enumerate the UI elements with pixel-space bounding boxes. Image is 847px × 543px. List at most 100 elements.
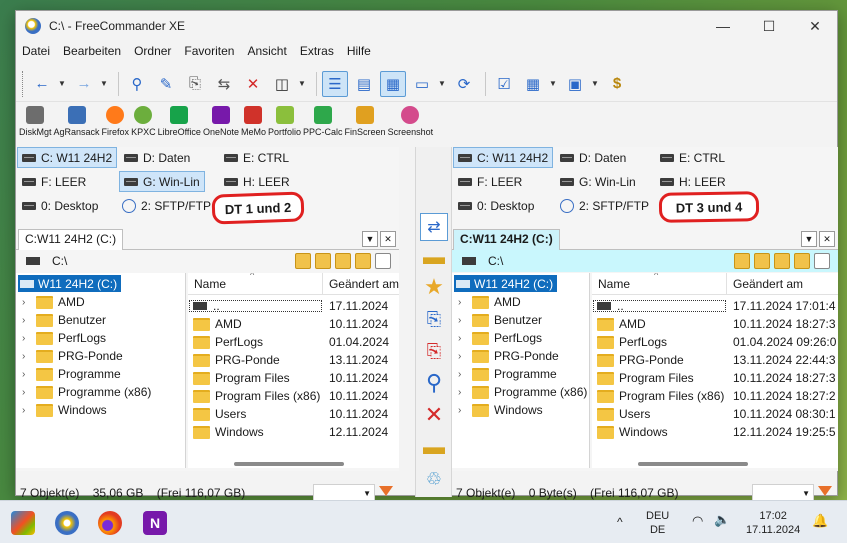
drive-sftp[interactable]: 2: SFTP/FTP	[117, 195, 216, 216]
tab-dropdown-icon[interactable]: ▼	[362, 231, 378, 247]
chevron-right-icon[interactable]: ›	[22, 387, 32, 398]
right-path-bar[interactable]: C:\	[452, 250, 838, 272]
history-folder-icon[interactable]	[734, 253, 750, 269]
tree-item[interactable]: › Programme	[458, 365, 557, 383]
left-tab[interactable]: C:W11 24H2 (C:)	[18, 229, 124, 250]
view-list-icon[interactable]: ▤	[351, 71, 377, 97]
store-icon[interactable]	[11, 511, 35, 535]
dollar-folder-icon[interactable]: $	[604, 71, 630, 97]
file-row[interactable]: Program Files 10.11.2024 18:27:3	[592, 369, 838, 387]
file-row[interactable]: Program Files 10.11.2024	[188, 369, 399, 387]
grid-dropdown-icon[interactable]: ▼	[549, 79, 558, 88]
tree-item[interactable]: › PerfLogs	[22, 329, 106, 347]
chevron-right-icon[interactable]: ›	[458, 369, 468, 380]
drive-d[interactable]: D: Daten	[555, 147, 631, 168]
menu-extras[interactable]: Extras	[300, 44, 334, 58]
tray-overflow-chevron-icon[interactable]: ^	[617, 515, 623, 529]
tree-item[interactable]: › AMD	[458, 293, 521, 311]
chevron-right-icon[interactable]: ›	[458, 333, 468, 344]
drive-h[interactable]: H: LEER	[219, 171, 295, 192]
copy-path-icon[interactable]	[814, 253, 830, 269]
binoculars-icon[interactable]: ◫	[269, 71, 295, 97]
drive-d[interactable]: D: Daten	[119, 147, 195, 168]
tab-close-icon[interactable]: ✕	[380, 231, 396, 247]
chevron-right-icon[interactable]: ›	[458, 297, 468, 308]
column-name[interactable]: ^ Name	[188, 273, 323, 294]
tree-item[interactable]: › PRG-Ponde	[22, 347, 123, 365]
delete-icon[interactable]: ✕	[240, 71, 266, 97]
chevron-right-icon[interactable]: ›	[22, 297, 32, 308]
folder-compare-icon[interactable]: ▬	[420, 243, 448, 271]
file-row[interactable]: Windows 12.11.2024	[188, 423, 399, 441]
folder-sync-icon[interactable]: ▬	[420, 433, 448, 461]
drive-desktop[interactable]: 0: Desktop	[17, 195, 103, 216]
tree-item[interactable]: › Windows	[458, 401, 543, 419]
copy-path-icon[interactable]	[375, 253, 391, 269]
tree-item[interactable]: › Programme (x86)	[22, 383, 151, 401]
recycle-bin-icon[interactable]: ♲	[420, 465, 448, 493]
move-file-icon[interactable]: ⇆	[211, 71, 237, 97]
file-row[interactable]: AMD 10.11.2024	[188, 315, 399, 333]
file-row[interactable]: .. 17.11.2024	[188, 297, 399, 315]
firefox-taskbar-icon[interactable]	[98, 511, 122, 535]
history-folder-icon[interactable]	[295, 253, 311, 269]
menu-favoriten[interactable]: Favoriten	[184, 44, 234, 58]
chevron-right-icon[interactable]: ›	[458, 405, 468, 416]
search-icon[interactable]: ⚲	[124, 71, 150, 97]
tree-item[interactable]: › Windows	[22, 401, 107, 419]
volume-icon[interactable]: 🔈	[714, 513, 730, 527]
drive-e[interactable]: E: CTRL	[655, 147, 730, 168]
panel-layout-icon[interactable]: ☰	[322, 70, 348, 97]
file-row[interactable]: .. 17.11.2024 17:01:4	[592, 297, 838, 315]
tab-close-icon[interactable]: ✕	[819, 231, 835, 247]
grid-icon[interactable]: ▦	[520, 71, 546, 97]
tree-item[interactable]: › AMD	[22, 293, 85, 311]
onenote-taskbar-icon[interactable]: N	[143, 511, 167, 535]
drive-e[interactable]: E: CTRL	[219, 147, 294, 168]
menu-bearbeiten[interactable]: Bearbeiten	[63, 44, 121, 58]
app-kpxc[interactable]: KPXC	[131, 103, 156, 147]
chevron-right-icon[interactable]: ›	[458, 315, 468, 326]
toolbar-grip[interactable]	[22, 70, 25, 97]
root-folder-icon[interactable]	[794, 253, 810, 269]
app-agransack[interactable]: AgRansack	[54, 103, 100, 147]
menu-hilfe[interactable]: Hilfe	[347, 44, 371, 58]
drive-g[interactable]: G: Win-Lin	[555, 171, 641, 192]
column-date[interactable]: Geändert am	[727, 273, 803, 294]
wifi-icon[interactable]: ◠	[692, 514, 703, 528]
swap-panels-icon[interactable]: ⇄	[420, 213, 448, 241]
copy-to-panel-icon[interactable]: ⎘	[420, 305, 448, 333]
file-row[interactable]: Users 10.11.2024	[188, 405, 399, 423]
forward-dropdown-icon[interactable]: ▼	[100, 79, 109, 88]
tree-item[interactable]: › PRG-Ponde	[458, 347, 559, 365]
file-row[interactable]: Windows 12.11.2024 19:25:5	[592, 423, 838, 441]
sync-icon[interactable]: ⟳	[451, 71, 477, 97]
filter-icon[interactable]	[818, 486, 832, 496]
drive-h[interactable]: H: LEER	[655, 171, 731, 192]
pc-icon[interactable]: ▣	[562, 71, 588, 97]
back-dropdown-icon[interactable]: ▼	[58, 79, 67, 88]
chevron-right-icon[interactable]: ›	[458, 351, 468, 362]
menu-datei[interactable]: Datei	[22, 44, 50, 58]
tab-dropdown-icon[interactable]: ▼	[801, 231, 817, 247]
root-folder-icon[interactable]	[355, 253, 371, 269]
view-thumbnail-icon[interactable]: ▭	[409, 71, 435, 97]
left-path-bar[interactable]: C:\	[16, 250, 399, 272]
move-to-panel-icon[interactable]: ⎘	[420, 337, 448, 365]
column-date[interactable]: Geändert am	[323, 273, 399, 294]
drive-c[interactable]: C: W11 24H2	[453, 147, 554, 168]
tree-item[interactable]: › Benutzer	[458, 311, 542, 329]
tree-item[interactable]: › PerfLogs	[458, 329, 542, 347]
title-bar[interactable]: C:\ - FreeCommander XE — ☐ ✕	[16, 11, 837, 41]
copy-file-icon[interactable]: ⎘	[182, 71, 208, 97]
tree-item[interactable]: › Benutzer	[22, 311, 106, 329]
clock[interactable]: 17:02 17.11.2024	[746, 509, 800, 537]
parent-folder-icon[interactable]	[774, 253, 790, 269]
column-name[interactable]: ^ Name	[592, 273, 727, 294]
horizontal-scrollbar[interactable]	[638, 462, 748, 466]
favorites-star-icon[interactable]: ★	[420, 273, 448, 301]
tree-item[interactable]: › Programme (x86)	[458, 383, 587, 401]
binoculars-dropdown-icon[interactable]: ▼	[298, 79, 307, 88]
chevron-right-icon[interactable]: ›	[22, 315, 32, 326]
chevron-right-icon[interactable]: ›	[22, 369, 32, 380]
